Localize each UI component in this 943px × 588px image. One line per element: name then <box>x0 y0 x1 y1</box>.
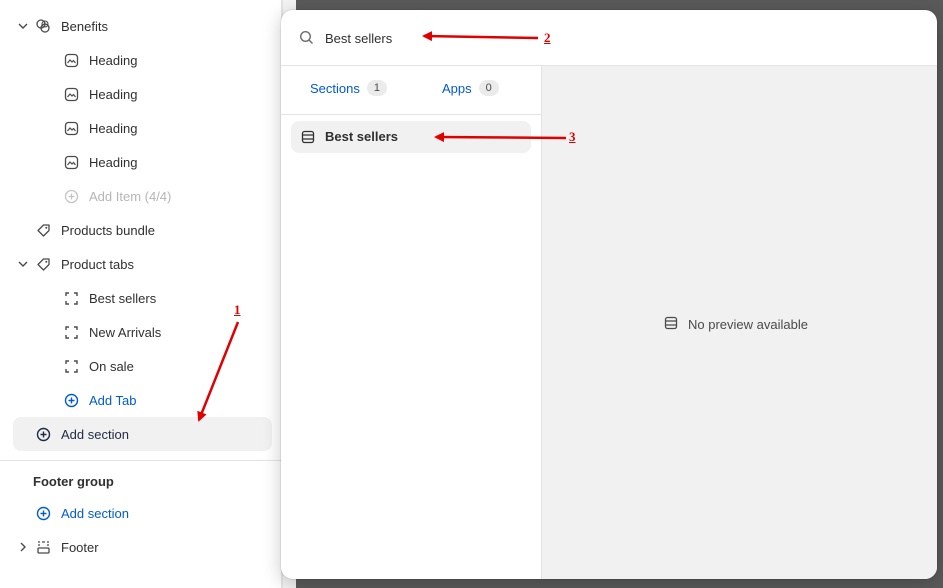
annotation-label-2: 2 <box>544 30 551 45</box>
chevron-right-icon[interactable] <box>16 540 30 554</box>
block-label: New Arrivals <box>89 324 162 340</box>
plus-circle-icon <box>35 426 51 442</box>
section-icon <box>301 130 315 147</box>
section-footer[interactable]: Footer <box>35 533 99 561</box>
no-preview-label: No preview available <box>688 317 808 332</box>
footer-add-section-button[interactable]: Add section <box>35 499 129 527</box>
block-heading[interactable]: Heading <box>63 148 137 176</box>
add-section-popover: Sections 1 Apps 0 Best sellers No previe… <box>281 10 937 579</box>
result-label: Best sellers <box>325 129 398 144</box>
add-section-label: Add section <box>61 426 129 442</box>
section-search-bar <box>281 10 937 66</box>
dashed-square-icon <box>63 358 79 374</box>
plus-circle-icon <box>63 188 79 204</box>
result-item-best-sellers[interactable]: Best sellers <box>291 121 531 153</box>
dashed-square-icon <box>63 324 79 340</box>
section-preview-pane: No preview available <box>542 66 937 579</box>
image-heading-icon <box>63 52 79 68</box>
section-product-tabs[interactable]: Product tabs <box>35 250 134 278</box>
block-label: On sale <box>89 358 134 374</box>
section-label: Products bundle <box>61 222 155 238</box>
block-tab-best-sellers[interactable]: Best sellers <box>63 284 156 312</box>
section-benefits[interactable]: Benefits <box>35 12 108 40</box>
block-label: Heading <box>89 52 138 68</box>
tag-icon <box>35 256 51 272</box>
results-pane: Sections 1 Apps 0 Best sellers <box>281 66 542 579</box>
image-heading-icon <box>63 86 79 102</box>
block-label: Best sellers <box>89 290 157 306</box>
count-badge: 0 <box>478 80 499 96</box>
annotation-label-3: 3 <box>569 129 576 144</box>
section-products-bundle[interactable]: Products bundle <box>35 216 155 244</box>
search-icon <box>299 30 314 48</box>
plus-circle-icon <box>63 392 79 408</box>
block-label: Heading <box>89 120 138 136</box>
tab-label: Apps <box>442 80 472 96</box>
add-tab-button[interactable]: Add Tab <box>63 386 136 414</box>
plus-circle-icon <box>35 505 51 521</box>
add-section-label: Add section <box>61 505 129 521</box>
footer-layout-icon <box>35 539 51 555</box>
add-item-label: Add Item (4/4) <box>89 188 172 204</box>
no-preview-message: No preview available <box>664 316 808 333</box>
group-divider <box>0 460 282 461</box>
section-label: Footer <box>61 539 99 555</box>
image-heading-icon <box>63 154 79 170</box>
footer-group-title: Footer group <box>33 474 114 489</box>
tag-icon <box>35 222 51 238</box>
block-heading[interactable]: Heading <box>63 114 137 142</box>
add-section-button[interactable]: Add section <box>35 420 129 448</box>
section-search-input[interactable] <box>325 28 725 48</box>
shapes-icon <box>35 18 51 34</box>
tab-label: Sections <box>310 80 360 96</box>
block-heading[interactable]: Heading <box>63 80 137 108</box>
block-label: Heading <box>89 86 138 102</box>
count-badge: 1 <box>366 80 387 96</box>
image-heading-icon <box>63 120 79 136</box>
section-icon <box>664 316 678 333</box>
annotation-label-1: 1 <box>234 302 241 317</box>
tab-sections[interactable]: Sections 1 <box>310 80 387 96</box>
block-label: Heading <box>89 154 138 170</box>
theme-sections-sidebar: Benefits Heading Heading Heading Heading… <box>0 0 282 588</box>
add-item-button-disabled: Add Item (4/4) <box>63 182 171 210</box>
tab-apps[interactable]: Apps 0 <box>442 80 499 96</box>
results-tabs: Sections 1 Apps 0 <box>281 66 542 115</box>
block-heading[interactable]: Heading <box>63 46 137 74</box>
chevron-down-icon[interactable] <box>16 19 30 33</box>
block-tab-on-sale[interactable]: On sale <box>63 352 134 380</box>
block-tab-new-arrivals[interactable]: New Arrivals <box>63 318 161 346</box>
chevron-down-icon[interactable] <box>16 257 30 271</box>
dashed-square-icon <box>63 290 79 306</box>
section-label: Benefits <box>61 18 108 34</box>
add-tab-label: Add Tab <box>89 392 137 408</box>
section-label: Product tabs <box>61 256 134 272</box>
